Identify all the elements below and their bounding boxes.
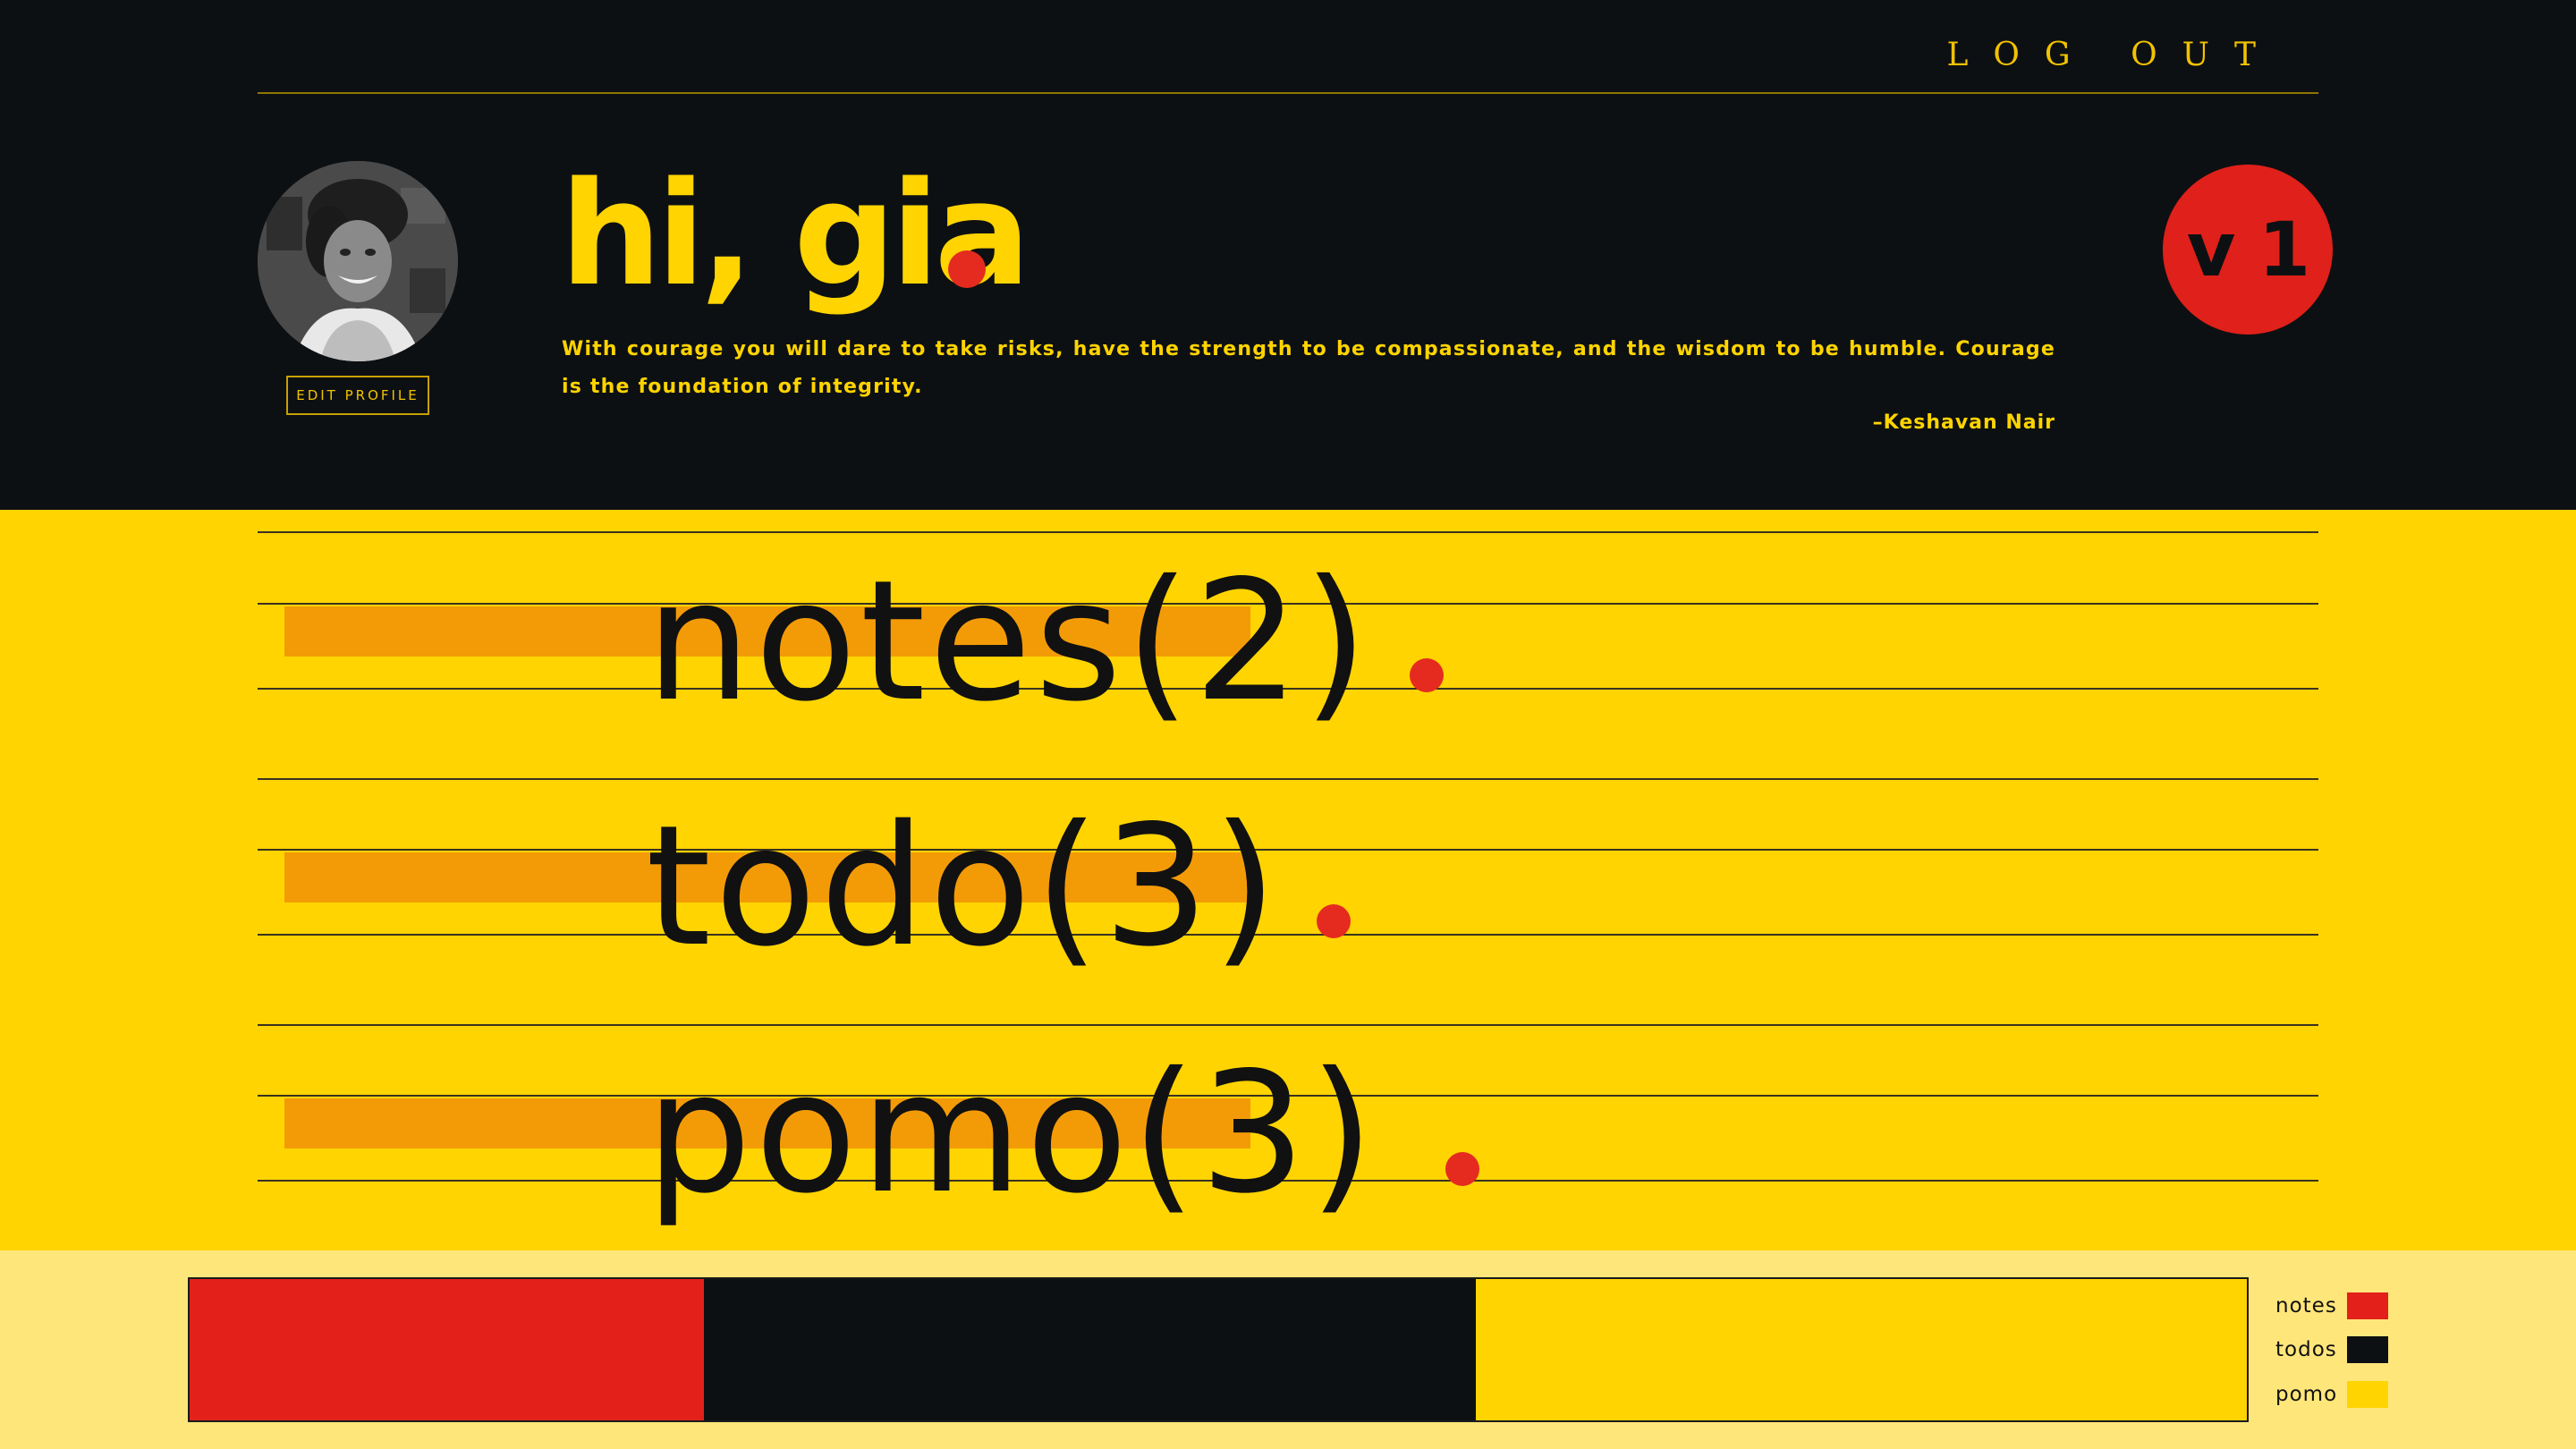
row-rule (258, 934, 2318, 936)
version-badge: v 1 (2163, 165, 2333, 335)
bar-segment-pomo (1475, 1279, 2247, 1420)
edit-profile-button[interactable]: EDIT PROFILE (286, 376, 429, 415)
legend-item-todos: todos (2275, 1334, 2388, 1366)
row-rule (258, 1024, 2318, 1026)
quote-text: With courage you will dare to take risks… (562, 338, 2055, 398)
legend-label: pomo (2275, 1383, 2338, 1406)
header: LOG OUT EDIT PROFILE hi, gia With courag… (0, 0, 2576, 510)
avatar-photo (258, 161, 458, 361)
legend-item-notes: notes (2275, 1290, 2388, 1322)
legend-label: todos (2275, 1338, 2337, 1361)
pomo-dot (1445, 1152, 1479, 1186)
legend-swatch-todos (2347, 1336, 2388, 1363)
bar-segment-todos (704, 1279, 1476, 1420)
todo-dot (1317, 904, 1351, 938)
avatar (258, 161, 458, 361)
legend-swatch-notes (2347, 1292, 2388, 1319)
row-rule (258, 849, 2318, 851)
stacked-bar-chart (188, 1277, 2249, 1422)
bar-segment-notes (190, 1279, 704, 1420)
header-divider (258, 92, 2318, 94)
pomo-link[interactable]: pomo(3) (646, 1039, 1377, 1227)
sections-panel: notes(2) todo(3) pomo(3) (0, 510, 2576, 1250)
notes-dot (1410, 658, 1444, 692)
row-rule (258, 531, 2318, 533)
legend-swatch-pomo (2347, 1381, 2388, 1408)
notes-link[interactable]: notes(2) (646, 547, 1371, 735)
greeting-title: hi, gia (560, 150, 1031, 318)
quote-author: –Keshavan Nair (1872, 411, 2055, 434)
legend-item-pomo: pomo (2275, 1378, 2388, 1411)
logout-button[interactable]: LOG OUT (1947, 34, 2282, 77)
row-rule (258, 778, 2318, 780)
greeting-dot (948, 250, 986, 288)
todo-link[interactable]: todo(3) (646, 792, 1281, 980)
legend-label: notes (2275, 1294, 2337, 1318)
